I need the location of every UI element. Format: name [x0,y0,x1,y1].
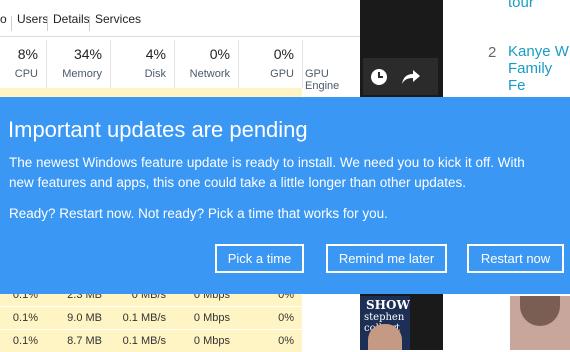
list-number: 2 [488,44,497,61]
disk-label: Disk [144,68,166,80]
host-image [368,324,402,350]
memory-cell: 8.7 MB [67,335,102,347]
table-row[interactable] [0,88,360,97]
gpu-label: GPU [270,68,294,80]
pick-a-time-button[interactable]: Pick a time [215,244,304,273]
column-header-cpu[interactable]: 8% CPU [0,46,46,84]
media-controls [363,58,438,95]
tab-processes[interactable]: o [0,12,7,26]
article-link-top[interactable]: tour [508,0,534,11]
banner-prompt: Ready? Restart now. Not ready? Pick a ti… [9,206,388,221]
gpu-percent: 0% [273,46,294,62]
memory-percent: 34% [73,46,102,62]
disk-percent: 4% [145,46,166,62]
memory-label: Memory [62,68,102,80]
network-percent: 0% [209,46,230,62]
gpu-cell: 0% [278,335,294,347]
cpu-percent: 8% [17,46,38,62]
cpu-cell: 0.1% [12,335,38,347]
task-manager-tabs: o Users Details Services [0,0,360,37]
row-highlight [0,88,302,97]
tab-separator [47,16,48,31]
banner-title: Important updates are pending [8,117,308,142]
network-cell: 0 Mbps [193,335,230,347]
column-header-gpu[interactable]: 0% GPU [238,46,302,84]
video-title: SHOW [366,298,410,312]
cpu-cell: 0.1% [12,312,38,324]
article-link-line2: Family Fe [508,60,553,94]
article-link-line1: Kanye W [508,43,569,60]
cpu-label: CPU [14,68,38,80]
gpu-engine-percent [305,46,364,62]
clock-icon[interactable] [370,68,388,91]
table-row[interactable]: 0.1% 8.7 MB 0.1 MB/s 0 Mbps 0% [0,330,360,352]
article-image[interactable] [510,296,570,350]
article-link[interactable]: Kanye W Family Fe [508,43,570,94]
network-cell: 0 Mbps [193,312,230,324]
banner-message: The newest Windows feature update is rea… [9,155,525,190]
network-label: Network [189,68,230,80]
photo-subject [520,296,560,326]
update-notification-banner: Important updates are pending The newest… [0,97,570,294]
column-header-disk[interactable]: 4% Disk [110,46,174,84]
remind-me-later-button[interactable]: Remind me later [326,244,447,273]
tab-separator [89,16,90,31]
restart-now-button[interactable]: Restart now [467,244,564,273]
disk-cell: 0.1 MB/s [122,312,166,324]
video-thumbnail[interactable]: SHOW stephen colbert [360,296,410,350]
memory-cell: 9.0 MB [67,312,102,324]
column-header-network[interactable]: 0% Network [174,46,238,84]
table-row[interactable]: 0.1% 9.0 MB 0.1 MB/s 0 Mbps 0% [0,307,360,329]
tab-users[interactable]: Users [17,12,48,26]
tab-separator [11,16,12,31]
share-icon[interactable] [401,68,421,91]
gpu-cell: 0% [278,312,294,324]
disk-cell: 0.1 MB/s [122,335,166,347]
column-header-memory[interactable]: 34% Memory [46,46,110,84]
tab-details[interactable]: Details [53,12,90,26]
tab-services[interactable]: Services [95,12,141,26]
